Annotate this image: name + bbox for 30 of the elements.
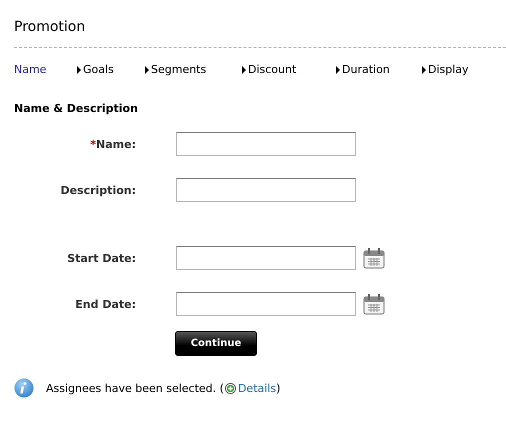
field-label: Start Date:: [67, 252, 136, 264]
field-label: End Date:: [75, 298, 136, 310]
step-tab[interactable]: Segments: [145, 62, 242, 78]
field-label: Description:: [60, 184, 136, 196]
step-tab[interactable]: Duration: [336, 62, 422, 78]
step-tab[interactable]: Discount: [242, 62, 336, 78]
triangle-icon: [77, 66, 81, 74]
info-icon: [14, 378, 34, 398]
plus-icon: [224, 382, 236, 394]
triangle-icon: [422, 66, 426, 74]
page-title: Promotion: [14, 18, 86, 36]
step-tab[interactable]: Display: [422, 62, 506, 78]
calendar-icon[interactable]: [363, 293, 385, 315]
input-field[interactable]: [176, 246, 356, 270]
details-link[interactable]: Details: [238, 382, 276, 394]
calendar-icon[interactable]: [363, 247, 385, 269]
notice-text: Assignees have been selected. (: [46, 382, 224, 394]
step-tab[interactable]: Goals: [77, 62, 145, 78]
triangle-icon: [145, 66, 149, 74]
required-mark: *: [90, 138, 96, 150]
section-title: Name & Description: [14, 102, 139, 115]
field-label: Name:: [96, 138, 136, 150]
input-field[interactable]: [176, 292, 356, 316]
input-field[interactable]: [176, 178, 356, 202]
continue-button[interactable]: Continue: [175, 331, 257, 356]
step-tab[interactable]: Name: [14, 62, 77, 78]
notice-text: ): [276, 382, 280, 394]
triangle-icon: [336, 66, 340, 74]
triangle-icon: [242, 66, 246, 74]
input-field[interactable]: [176, 132, 356, 156]
